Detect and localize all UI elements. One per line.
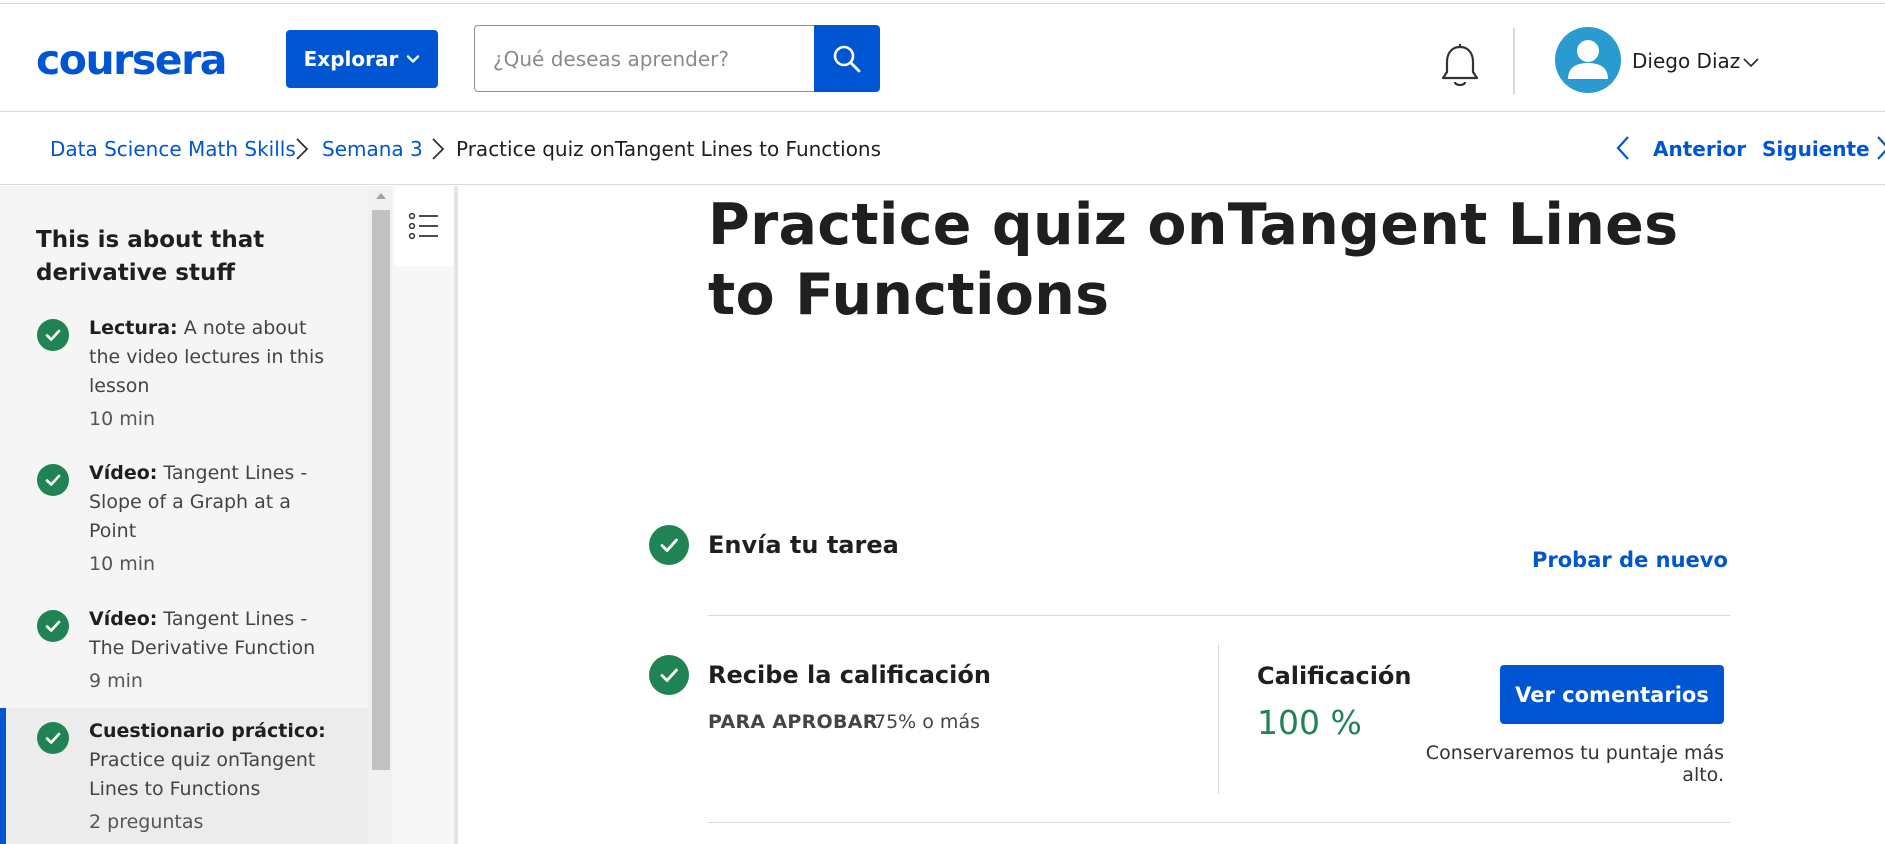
completed-check-icon xyxy=(37,722,69,754)
list-icon xyxy=(408,212,438,240)
lesson-item-text: Lectura: A note about the video lectures… xyxy=(89,314,329,434)
lesson-item-type: Lectura: xyxy=(89,317,178,339)
explore-button-label: Explorar xyxy=(303,47,399,71)
lesson-item-duration: 2 preguntas xyxy=(89,811,204,833)
lesson-item-type: Cuestionario práctico: xyxy=(89,720,326,742)
lesson-item[interactable]: Vídeo: Tangent Lines - The Derivative Fu… xyxy=(0,605,368,715)
chevron-down-icon xyxy=(407,55,420,63)
vertical-divider xyxy=(1218,644,1219,794)
user-name[interactable]: Diego Diaz xyxy=(1632,49,1740,73)
grade-complete-check-icon xyxy=(649,655,689,695)
top-header: coursera Explorar Diego Diaz xyxy=(0,4,1885,112)
pass-requirement-label: PARA APROBAR xyxy=(708,711,878,733)
page-title: Practice quiz onTangent Lines to Functio… xyxy=(708,192,1679,328)
pass-requirement-value: 75% o más xyxy=(874,711,980,733)
sidebar-scroll-thumb[interactable] xyxy=(372,210,390,770)
completed-check-icon xyxy=(37,610,69,642)
grade-value: 100 % xyxy=(1257,703,1362,742)
search-icon xyxy=(833,45,861,72)
lesson-sidebar: This is about that derivative stuff Lect… xyxy=(0,186,368,844)
lesson-item-title: Practice quiz onTangent Lines to Functio… xyxy=(89,749,316,800)
toc-toggle-button[interactable] xyxy=(394,186,454,266)
chevron-right-icon xyxy=(296,138,309,160)
completed-check-icon xyxy=(37,319,69,351)
avatar[interactable] xyxy=(1555,27,1621,93)
submit-complete-check-icon xyxy=(649,525,689,565)
chevron-left-icon[interactable] xyxy=(1614,134,1632,162)
notification-bell-icon[interactable] xyxy=(1438,42,1482,90)
coursera-logo[interactable]: coursera xyxy=(36,34,227,86)
header-divider xyxy=(1513,28,1515,94)
lesson-item-text: Cuestionario práctico: Practice quiz onT… xyxy=(89,717,329,837)
completed-check-icon xyxy=(37,464,69,496)
breadcrumb-current: Practice quiz onTangent Lines to Functio… xyxy=(456,137,882,161)
user-icon xyxy=(1568,40,1608,79)
lesson-item-duration: 9 min xyxy=(89,670,143,692)
divider xyxy=(708,615,1730,616)
lesson-item[interactable]: Lectura: A note about the video lectures… xyxy=(0,314,368,454)
user-menu-chevron-icon[interactable] xyxy=(1742,56,1760,70)
retry-link[interactable]: Probar de nuevo xyxy=(1532,548,1728,572)
lesson-item-text: Vídeo: Tangent Lines - Slope of a Graph … xyxy=(89,459,329,579)
grade-step-title: Recibe la calificación xyxy=(708,661,991,689)
search-button[interactable] xyxy=(814,25,880,92)
breadcrumb-week-link[interactable]: Semana 3 xyxy=(322,137,423,161)
search-bar xyxy=(474,25,880,92)
next-item-link[interactable]: Siguiente xyxy=(1762,137,1870,161)
lesson-item-type: Vídeo: xyxy=(89,462,158,484)
lesson-item-duration: 10 min xyxy=(89,408,156,430)
lesson-item-text: Vídeo: Tangent Lines - The Derivative Fu… xyxy=(89,605,329,696)
grade-label: Calificación xyxy=(1257,662,1412,690)
breadcrumb: Data Science Math Skills Semana 3 Practi… xyxy=(0,112,1885,185)
submit-step-title: Envía tu tarea xyxy=(708,531,899,559)
lesson-item-active[interactable]: Cuestionario práctico: Practice quiz onT… xyxy=(0,708,368,844)
lesson-item-duration: 10 min xyxy=(89,553,156,575)
highest-score-note: Conservaremos tu puntaje más alto. xyxy=(1425,742,1724,786)
search-input[interactable] xyxy=(474,25,814,92)
scroll-up-arrow-icon[interactable] xyxy=(376,193,386,199)
lesson-item-type: Vídeo: xyxy=(89,608,158,630)
chevron-right-icon[interactable] xyxy=(1874,134,1885,162)
previous-item-link[interactable]: Anterior xyxy=(1653,137,1746,161)
toc-rail xyxy=(392,186,458,844)
divider xyxy=(708,822,1730,823)
breadcrumb-course-link[interactable]: Data Science Math Skills xyxy=(50,137,296,161)
lesson-item[interactable]: Vídeo: Tangent Lines - Slope of a Graph … xyxy=(0,459,368,599)
sidebar-lesson-title: This is about that derivative stuff xyxy=(36,227,265,286)
explore-button[interactable]: Explorar xyxy=(286,30,438,88)
view-feedback-button[interactable]: Ver comentarios xyxy=(1500,665,1724,724)
chevron-right-icon xyxy=(432,138,445,160)
